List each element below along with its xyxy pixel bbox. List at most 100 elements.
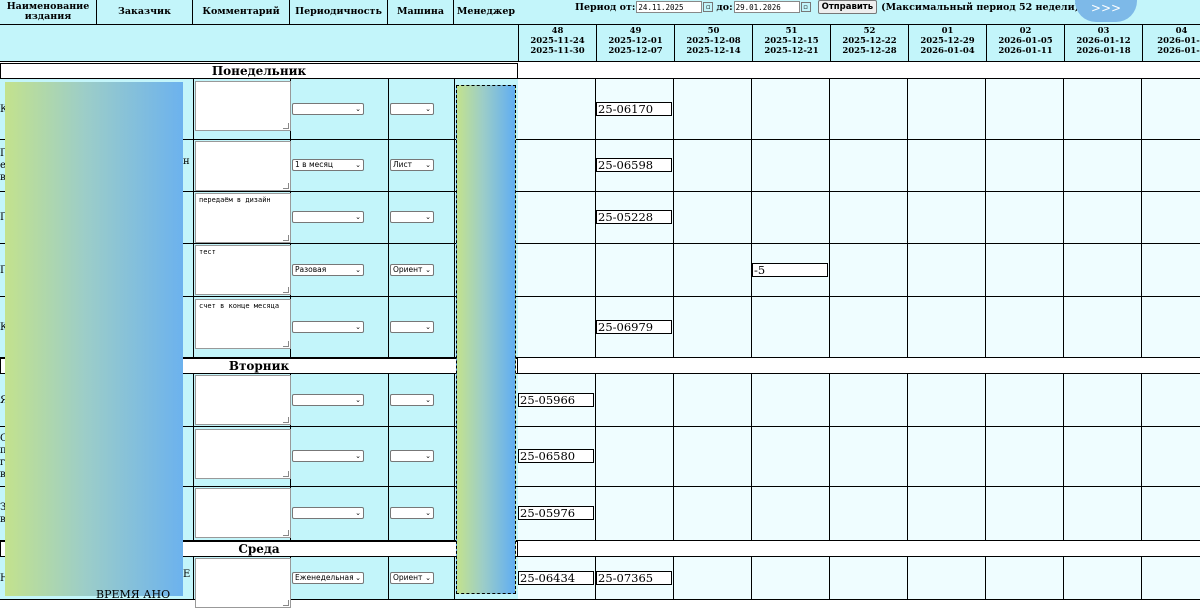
week-divider [595, 487, 596, 540]
order-code-input[interactable]: 25-06580 [518, 449, 594, 463]
periodicity-select[interactable]: ⌄ [292, 102, 364, 115]
week-divider [1063, 79, 1064, 139]
week-start: 2025-12-22 [842, 36, 897, 46]
week-divider [829, 140, 830, 191]
week-end: 2026-01-11 [998, 46, 1053, 56]
period-form: Период от: ▫ до: ▫ Отправить (Максимальн… [575, 0, 1079, 14]
machine-select[interactable]: ⌄ [390, 102, 434, 115]
week-divider [907, 557, 908, 599]
week-end: 2025-11-30 [530, 46, 585, 56]
comment-textarea[interactable] [195, 429, 291, 479]
next-arrows-label: >>> [1090, 1, 1122, 15]
cell-divider [388, 192, 389, 243]
cell-divider [454, 140, 455, 191]
week-divider [907, 79, 908, 139]
order-code-input[interactable]: 25-05976 [518, 506, 594, 520]
period-to-label: до: [716, 1, 733, 13]
table-header: Наименование издания Заказчик Комментари… [0, 0, 1200, 24]
comment-textarea[interactable] [195, 488, 291, 538]
machine-select[interactable]: Лист ⌄ [390, 159, 434, 171]
week-start: 2026-01-1 [1157, 36, 1200, 46]
week-num: 01 [941, 26, 954, 36]
week-divider [829, 79, 830, 139]
order-code-input[interactable]: 25-07365 [596, 570, 672, 585]
comment-textarea[interactable] [195, 141, 291, 191]
machine-select[interactable]: ⌄ [390, 393, 434, 406]
next-period-button[interactable]: >>> [1075, 0, 1137, 22]
comment-textarea[interactable] [195, 81, 291, 131]
calendar-icon[interactable]: ▫ [800, 2, 811, 12]
schedule-row: 25-06434 25-07365 [518, 557, 1200, 600]
weeks-header: 48 2025-11-24 2025-11-30 49 2025-12-01 2025-1… [0, 24, 1200, 62]
week-divider [829, 557, 830, 599]
week-divider [1063, 487, 1064, 540]
week-divider [829, 192, 830, 243]
schedule-row: -5 [518, 244, 1200, 297]
periodicity-select[interactable]: Еженедельная ⌄ [292, 571, 364, 584]
periodicity-select[interactable]: ⌄ [292, 320, 364, 333]
week-header-50: 50 2025-12-08 2025-12-14 [674, 25, 752, 62]
periodicity-select[interactable]: ⌄ [292, 393, 364, 406]
schedule-row: 25-06598 [518, 140, 1200, 192]
cell-divider [193, 557, 194, 599]
week-divider [829, 244, 830, 296]
week-header-01: 01 2025-12-29 2026-01-04 [908, 25, 986, 62]
periodicity-select[interactable]: ⌄ [292, 507, 364, 519]
machine-select[interactable]: ⌄ [390, 320, 434, 333]
col-header-machine: Машина [388, 0, 454, 24]
col-header-title: Наименование издания [0, 0, 97, 24]
chevron-down-icon: ⌄ [355, 104, 361, 113]
order-code-input[interactable]: 25-06434 [518, 570, 594, 585]
cell-divider [388, 557, 389, 599]
cell-divider [388, 140, 389, 191]
cell-divider [454, 374, 455, 426]
chevron-down-icon: ⌄ [355, 452, 361, 460]
comment-textarea[interactable] [195, 375, 291, 425]
periodicity-select[interactable]: Разовая ⌄ [292, 263, 364, 276]
machine-select[interactable]: ⌄ [390, 450, 434, 462]
chevron-down-icon: ⌄ [425, 395, 431, 404]
period-to-input[interactable] [733, 1, 800, 13]
cell-divider [193, 297, 194, 357]
machine-select[interactable]: Ориент ⌄ [390, 263, 434, 276]
machine-select[interactable]: Ориент ⌄ [390, 571, 434, 584]
calendar-icon[interactable]: ▫ [703, 2, 714, 12]
order-code-input[interactable]: 25-06170 [596, 101, 672, 116]
week-divider [673, 427, 674, 486]
comment-textarea[interactable]: передаём в дизайн [195, 193, 291, 243]
machine-select[interactable]: ⌄ [390, 211, 434, 223]
periodicity-select[interactable]: ⌄ [292, 211, 364, 223]
week-header-02: 02 2026-01-05 2026-01-11 [986, 25, 1064, 62]
week-divider [985, 297, 986, 357]
week-divider [1141, 244, 1142, 296]
order-code-input[interactable]: -5 [752, 262, 828, 277]
comment-textarea[interactable]: тест [195, 245, 291, 295]
week-start: 2025-11-24 [530, 36, 585, 46]
order-code-input[interactable]: 25-05228 [596, 210, 672, 224]
machine-value: Ориент [393, 572, 423, 582]
chevron-down-icon: ⌄ [355, 213, 361, 221]
week-header-03: 03 2026-01-12 2026-01-18 [1064, 25, 1142, 62]
order-code-input[interactable]: 25-06979 [596, 319, 672, 334]
week-start: 2026-01-12 [1076, 36, 1131, 46]
order-code-input[interactable]: 25-06598 [596, 158, 672, 172]
chevron-down-icon: ⌄ [425, 104, 431, 113]
week-divider [985, 244, 986, 296]
schedule-row: 25-06979 [518, 297, 1200, 358]
chevron-down-icon: ⌄ [425, 161, 431, 169]
periodicity-select[interactable]: 1 в месяц ⌄ [292, 159, 364, 171]
periodicity-select[interactable]: ⌄ [292, 450, 364, 462]
comment-textarea[interactable] [195, 558, 291, 608]
period-from-input[interactable] [636, 1, 703, 13]
week-divider [1063, 557, 1064, 599]
period-from-label: Период от: [575, 1, 636, 13]
cell-divider [193, 427, 194, 486]
machine-select[interactable]: ⌄ [390, 507, 434, 519]
send-button[interactable]: Отправить [817, 0, 878, 14]
comment-textarea[interactable]: счет в конце месяца [195, 299, 291, 349]
week-divider [1063, 427, 1064, 486]
order-code-input[interactable]: 25-05966 [518, 392, 594, 407]
periodicity-value: Разовая [295, 264, 327, 274]
periodicity-value: Еженедельная [295, 572, 354, 582]
week-divider [673, 79, 674, 139]
